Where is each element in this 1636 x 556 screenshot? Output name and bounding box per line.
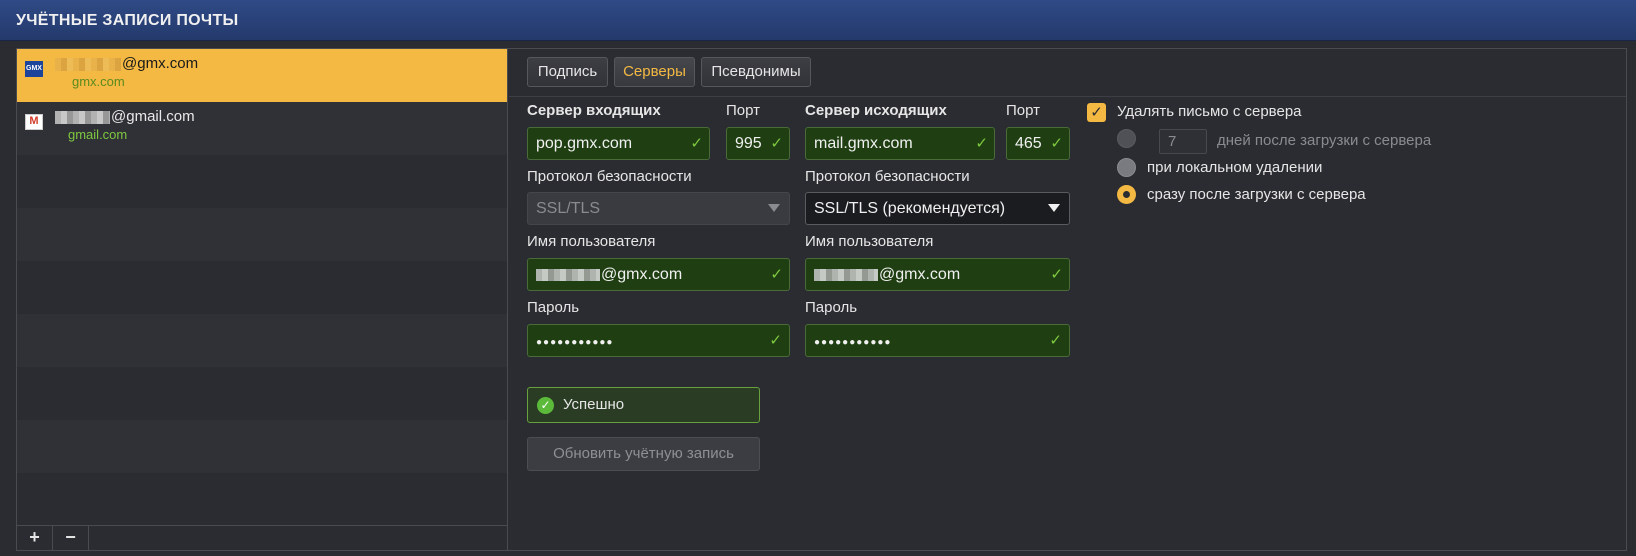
list-item xyxy=(17,155,507,208)
valid-check-icon: ✓ xyxy=(1050,135,1063,152)
page-title: УЧЁТНЫЕ ЗАПИСИ ПОЧТЫ xyxy=(16,12,239,29)
after-days-label: дней после загрузки с сервера xyxy=(1217,132,1432,149)
radio-after-days[interactable] xyxy=(1117,129,1136,148)
incoming-security-label: Протокол безопасности xyxy=(527,168,692,185)
incoming-username-label: Имя пользователя xyxy=(527,233,656,250)
incoming-username-field[interactable]: @gmx.com ✓ xyxy=(527,258,790,291)
incoming-server-label: Сервер входящих xyxy=(527,102,661,119)
valid-check-icon: ✓ xyxy=(975,135,988,152)
valid-check-icon: ✓ xyxy=(1049,332,1063,349)
on-local-delete-label: при локальном удалении xyxy=(1147,159,1323,176)
account-item-gmail[interactable]: M @gmail.com gmail.com xyxy=(17,102,507,155)
delete-from-server-checkbox[interactable]: ✓ xyxy=(1087,103,1106,122)
list-item xyxy=(17,473,507,526)
tab-signature[interactable]: Подпись xyxy=(527,57,608,87)
redacted-username xyxy=(814,268,878,281)
redacted-username xyxy=(536,268,600,281)
account-email: @gmx.com xyxy=(55,55,198,72)
window-title-bar: УЧЁТНЫЕ ЗАПИСИ ПОЧТЫ xyxy=(0,0,1636,41)
outgoing-username-label: Имя пользователя xyxy=(805,233,934,250)
outgoing-password-label: Пароль xyxy=(805,299,858,316)
valid-check-icon: ✓ xyxy=(770,135,783,152)
list-item xyxy=(17,261,507,314)
outgoing-security-label: Протокол безопасности xyxy=(805,168,970,185)
list-item xyxy=(17,420,507,473)
accounts-panel: GMX @gmx.com gmx.com M @gmail.com gmail.… xyxy=(16,48,1627,551)
gmail-logo-icon: M xyxy=(25,114,43,130)
delete-from-server-label: Удалять письмо с сервера xyxy=(1117,103,1302,120)
incoming-server-field[interactable]: pop.gmx.com ✓ xyxy=(527,127,710,160)
list-item xyxy=(17,367,507,420)
incoming-port-label: Порт xyxy=(726,102,761,119)
account-host: gmail.com xyxy=(68,127,128,142)
days-input[interactable]: 7 xyxy=(1159,129,1207,154)
connection-status-badge: ✓ Успешно xyxy=(527,387,760,423)
valid-check-icon: ✓ xyxy=(1050,266,1063,283)
redacted-username xyxy=(55,57,121,71)
remove-account-button[interactable]: − xyxy=(53,526,89,550)
valid-check-icon: ✓ xyxy=(690,135,703,152)
list-item xyxy=(17,208,507,261)
gmx-logo-icon: GMX xyxy=(25,61,43,77)
valid-check-icon: ✓ xyxy=(769,332,783,349)
outgoing-security-select[interactable]: SSL/TLS (рекомендуется) xyxy=(805,192,1070,225)
chevron-down-icon xyxy=(768,204,780,212)
account-item-gmx[interactable]: GMX @gmx.com gmx.com xyxy=(17,49,507,102)
immediately-label: сразу после загрузки с сервера xyxy=(1147,186,1366,203)
account-host: gmx.com xyxy=(72,74,125,89)
radio-immediately[interactable] xyxy=(1117,185,1136,204)
outgoing-password-field[interactable]: ●●●●●●●●●●● ✓ xyxy=(805,324,1070,357)
incoming-port-field[interactable]: 995 ✓ xyxy=(726,127,790,160)
valid-check-icon: ✓ xyxy=(770,266,783,283)
account-list-toolbar: + − xyxy=(17,525,507,550)
outgoing-port-field[interactable]: 465 ✓ xyxy=(1006,127,1070,160)
account-list: GMX @gmx.com gmx.com M @gmail.com gmail.… xyxy=(17,49,508,550)
success-check-icon: ✓ xyxy=(537,397,554,414)
tab-servers[interactable]: Серверы xyxy=(614,57,695,87)
outgoing-port-label: Порт xyxy=(1006,102,1041,119)
list-item xyxy=(17,314,507,367)
update-account-button[interactable]: Обновить учётную запись xyxy=(527,437,760,471)
incoming-password-label: Пароль xyxy=(527,299,580,316)
add-account-button[interactable]: + xyxy=(17,526,53,550)
account-email: @gmail.com xyxy=(55,108,195,125)
redacted-username xyxy=(55,110,110,124)
chevron-down-icon xyxy=(1048,204,1060,212)
outgoing-username-field[interactable]: @gmx.com ✓ xyxy=(805,258,1070,291)
incoming-security-select[interactable]: SSL/TLS xyxy=(527,192,790,225)
tab-aliases[interactable]: Псевдонимы xyxy=(701,57,811,87)
outgoing-server-field[interactable]: mail.gmx.com ✓ xyxy=(805,127,995,160)
tab-divider xyxy=(509,96,1626,97)
radio-on-local-delete[interactable] xyxy=(1117,158,1136,177)
outgoing-server-label: Сервер исходящих xyxy=(805,102,947,119)
incoming-password-field[interactable]: ●●●●●●●●●●● ✓ xyxy=(527,324,790,357)
